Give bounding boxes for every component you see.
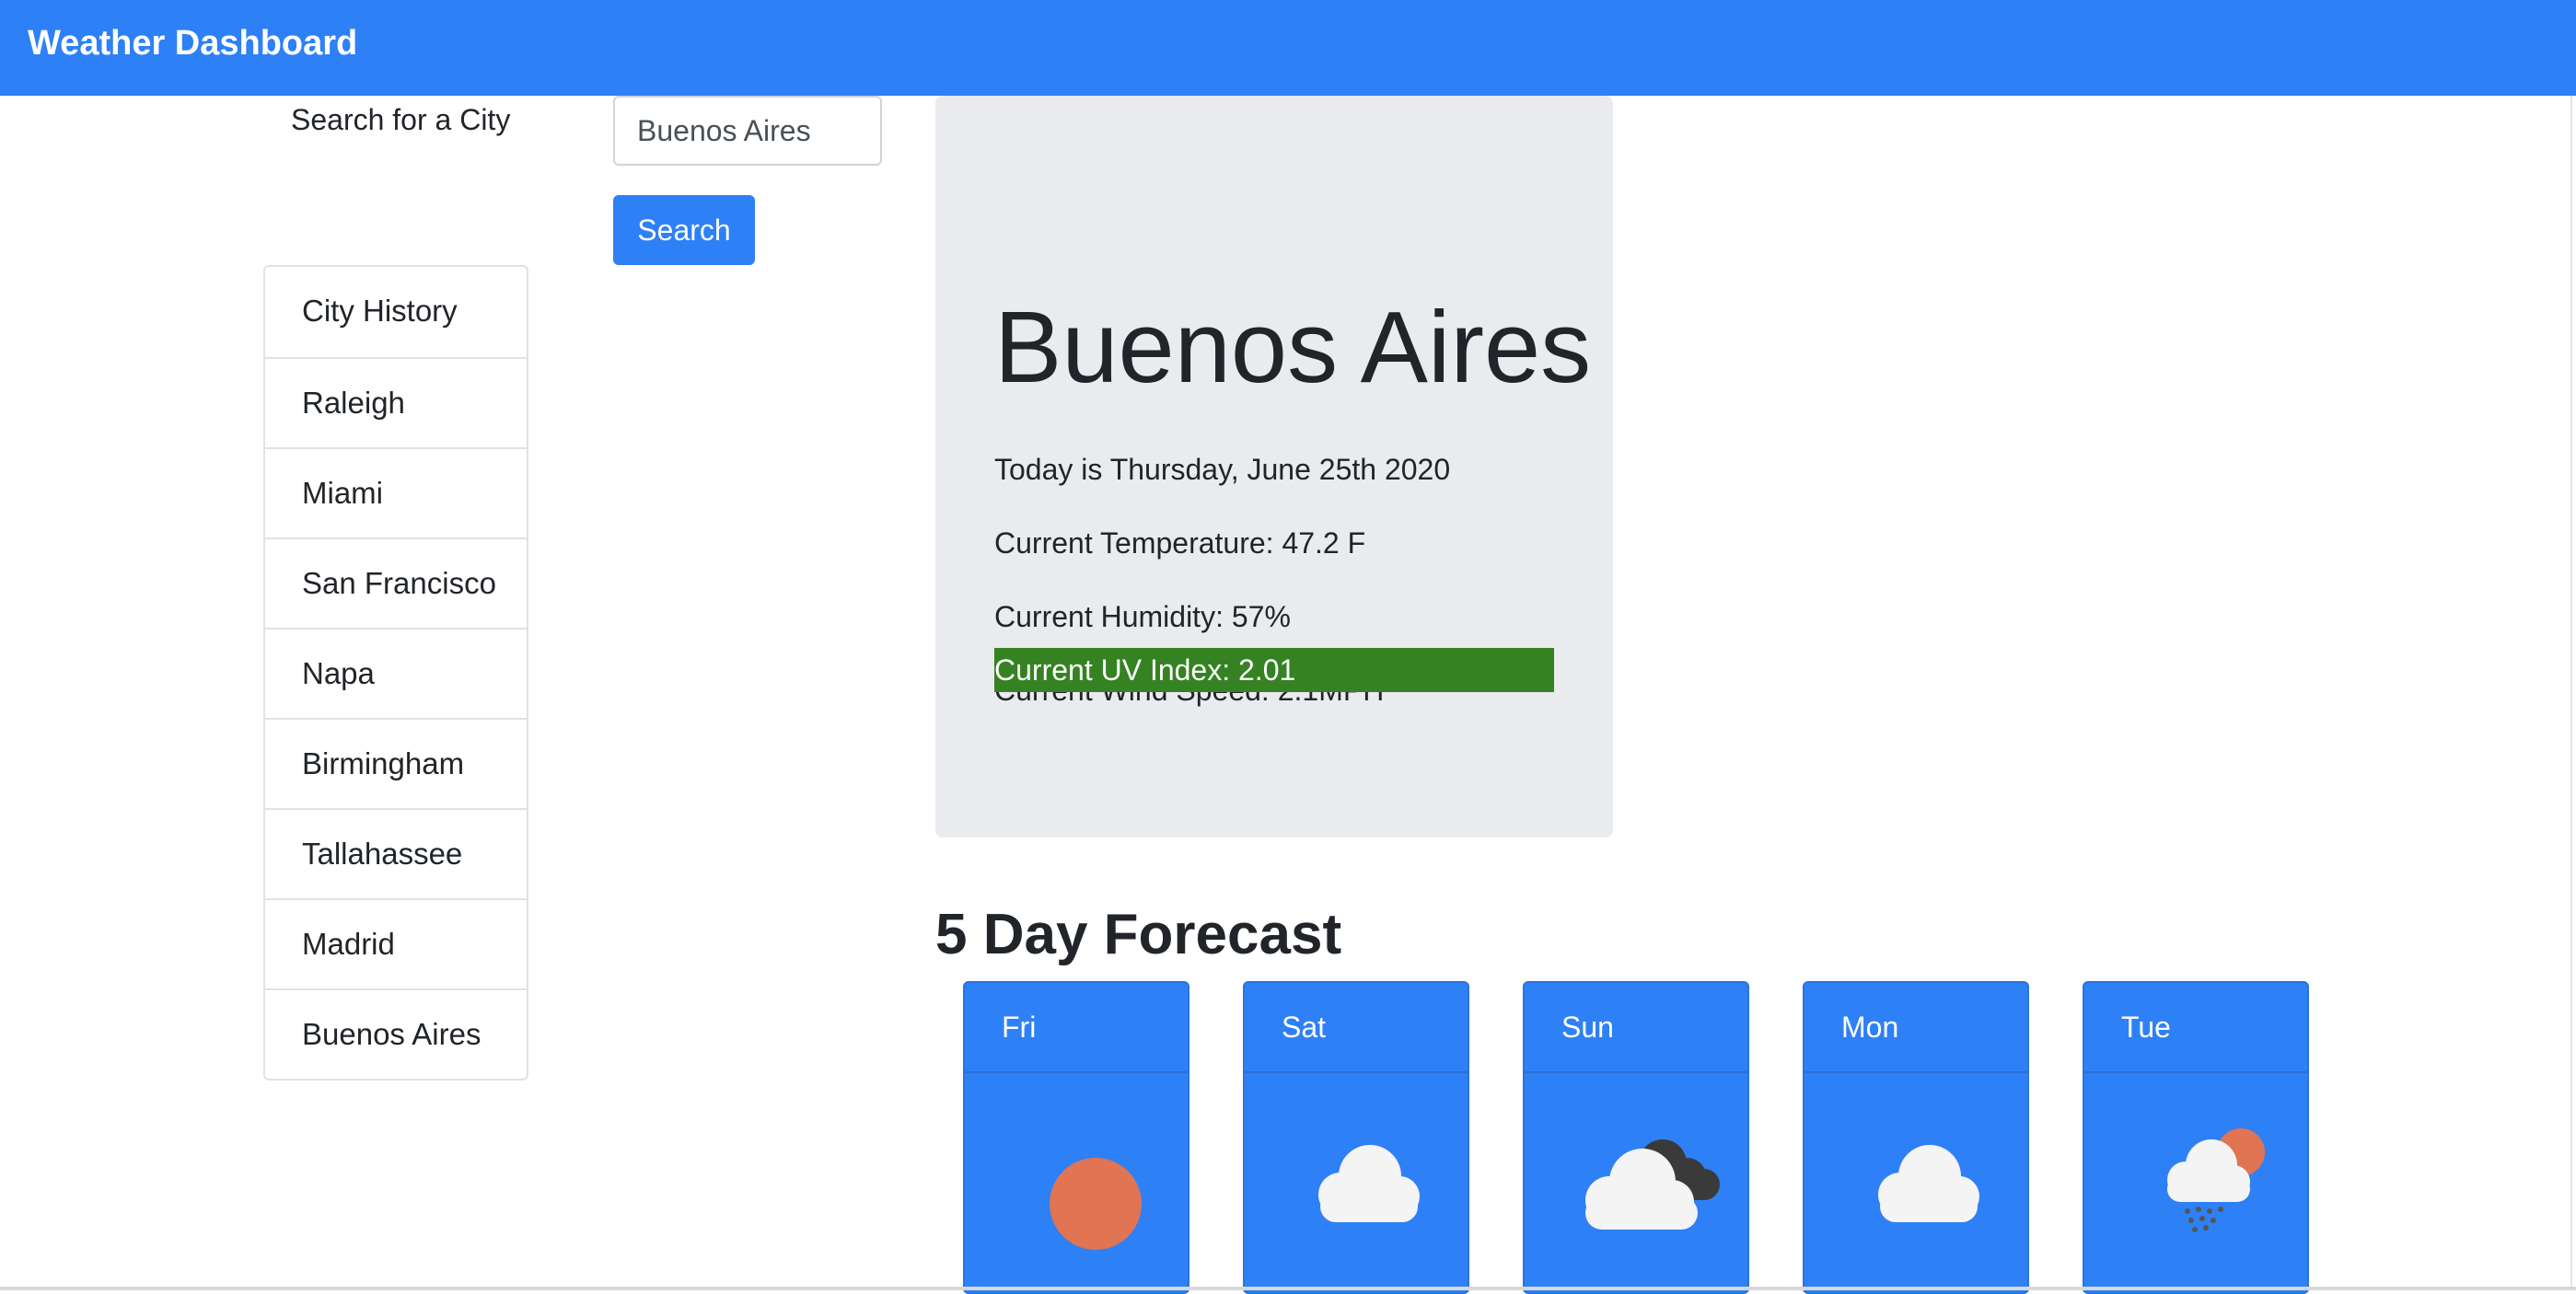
history-item-birmingham[interactable]: Birmingham [265,718,527,808]
history-item-raleigh[interactable]: Raleigh [265,357,527,447]
current-temperature: Current Temperature: 47.2 F [994,526,1366,560]
dark-cloud-icon [1585,1139,1720,1230]
current-weather-card: Buenos Aires Today is Thursday, June 25t… [935,96,1613,838]
forecast-title: 5 Day Forecast [935,903,1342,966]
forecast-day-label: Mon [1804,983,2027,1073]
search-button[interactable]: Search [613,195,755,265]
forecast-card-sat: Sat [1243,981,1469,1294]
rain-sun-icon [2167,1128,2265,1232]
current-date: Today is Thursday, June 25th 2020 [994,453,1451,486]
app-title[interactable]: Weather Dashboard [28,20,357,66]
history-heading: City History [302,294,458,328]
history-item-san-francisco[interactable]: San Francisco [265,537,527,628]
search-input[interactable] [613,96,882,166]
current-uv-index: Current UV Index: 2.01 [994,648,1554,692]
sun-icon [1050,1158,1142,1250]
search-label: Search for a City [291,103,511,136]
current-humidity: Current Humidity: 57% [994,600,1291,633]
history-item-buenos-aires[interactable]: Buenos Aires [265,988,527,1079]
city-history-list: City History Raleigh Miami San Francisco… [263,265,528,1080]
history-item-tallahassee[interactable]: Tallahassee [265,808,527,898]
forecast-day-label: Sat [1245,983,1468,1073]
forecast-day-label: Fri [965,983,1188,1073]
history-item-madrid[interactable]: Madrid [265,898,527,988]
forecast-day-label: Sun [1525,983,1747,1073]
history-item-napa[interactable]: Napa [265,628,527,718]
navbar: Weather Dashboard [0,0,2576,96]
forecast-card-fri: Fri [963,981,1189,1294]
forecast-card-mon: Mon [1803,981,2029,1294]
cloud-icon [1318,1145,1420,1222]
page-edge-line [2570,96,2572,1287]
history-item-miami[interactable]: Miami [265,447,527,537]
cloud-icon [1878,1145,1979,1222]
page-bottom-rule [0,1287,2576,1290]
forecast-card-tue: Tue [2083,981,2309,1294]
forecast-card-sun: Sun [1523,981,1749,1294]
current-city-name: Buenos Aires [994,290,1592,404]
forecast-day-label: Tue [2084,983,2307,1073]
